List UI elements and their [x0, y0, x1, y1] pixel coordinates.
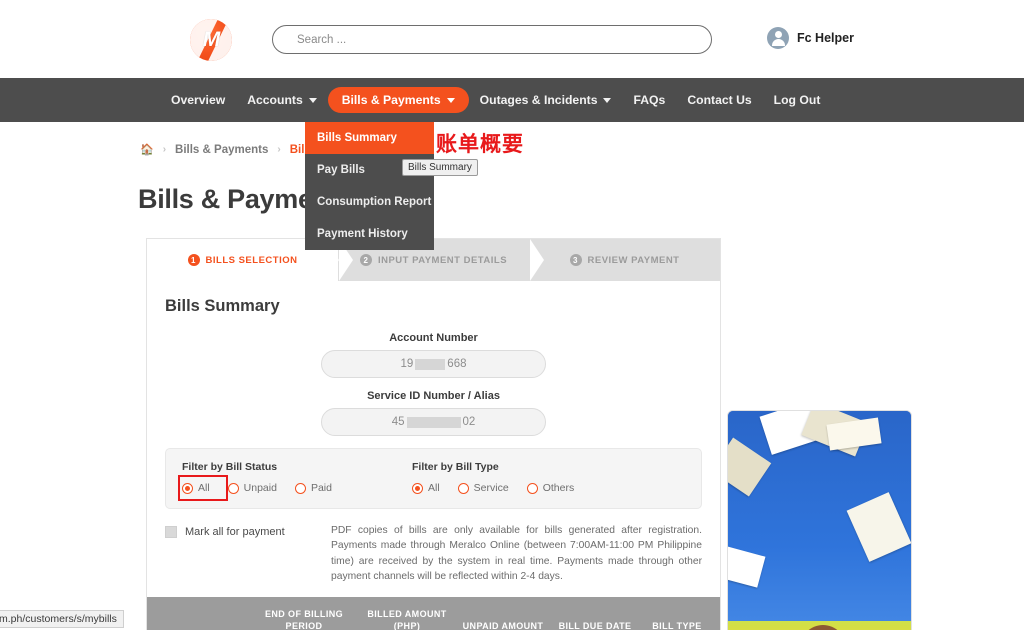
filter-by-bill-status: Filter by Bill Status All Unpaid Paid: [182, 461, 412, 494]
meralco-logo[interactable]: M: [190, 19, 232, 61]
dropdown-label: Pay Bills: [317, 164, 365, 176]
paperless-billing-ad[interactable]: Help save the environment with Paperless…: [727, 410, 912, 635]
nav-label: Bills & Payments: [341, 93, 441, 107]
nav-item-accounts[interactable]: Accounts: [236, 87, 328, 113]
search-input[interactable]: Search ...: [272, 25, 712, 54]
filter-by-bill-type: Filter by Bill Type All Service Others: [412, 461, 574, 494]
dropdown-label: Payment History: [317, 228, 408, 240]
radio-label: All: [428, 482, 440, 494]
nav-label: FAQs: [633, 93, 666, 107]
radio-type-service[interactable]: Service: [457, 482, 509, 494]
nav-label: Log Out: [773, 93, 821, 107]
nav-item-log-out[interactable]: Log Out: [763, 87, 832, 113]
step-number: 1: [187, 254, 200, 266]
breadcrumb-separator: ›: [277, 144, 281, 155]
nav-label: Outages & Incidents: [479, 93, 598, 107]
search-placeholder: Search ...: [297, 33, 347, 46]
radio-label: All: [198, 482, 210, 494]
chinese-annotation: 账单概要: [436, 132, 524, 156]
radio-label: Service: [473, 482, 509, 494]
radio-dot: [294, 482, 306, 494]
bills-summary-card: 1 BILLS SELECTION 2 INPUT PAYMENT DETAIL…: [146, 238, 721, 635]
account-number-prefix: 19: [400, 358, 414, 370]
nav-item-faqs[interactable]: FAQs: [622, 87, 676, 113]
browser-status-bar: m.ph/customers/s/mybills: [0, 610, 124, 628]
breadcrumb-separator: ›: [162, 144, 167, 155]
page-root: M Search ... Fc Helper Overview Accounts…: [0, 0, 1024, 635]
user-name: Fc Helper: [797, 31, 854, 45]
filter-status-heading: Filter by Bill Status: [182, 461, 278, 473]
page-content: 🏠 › Bills & Payments › Bills Bills & Pay…: [0, 122, 1024, 635]
mark-all-for-payment[interactable]: Mark all for payment: [165, 523, 317, 538]
service-id-label: Service ID Number / Alias: [367, 390, 500, 402]
radio-label: Others: [542, 482, 575, 494]
account-number-suffix: 668: [447, 358, 467, 370]
card-title: Bills Summary: [165, 297, 280, 315]
user-menu[interactable]: Fc Helper: [767, 27, 854, 49]
filter-panel: Filter by Bill Status All Unpaid Paid Fi…: [165, 448, 702, 509]
chevron-down-icon: [446, 97, 455, 103]
mark-all-label: Mark all for payment: [185, 526, 285, 538]
dropdown-item-bills-summary[interactable]: Bills Summary: [305, 122, 434, 154]
disclaimer-text: PDF copies of bills are only available f…: [331, 525, 702, 583]
step-label: REVIEW PAYMENT: [587, 254, 680, 266]
logo-icon: M: [190, 19, 232, 61]
service-id-field[interactable]: 45 02: [321, 408, 546, 436]
main-navigation: Overview Accounts Bills & Payments Outag…: [0, 78, 1024, 122]
account-number-field[interactable]: 19 668: [321, 350, 546, 378]
radio-status-paid[interactable]: Paid: [294, 482, 332, 494]
note-row: Mark all for payment PDF copies of bills…: [147, 509, 720, 597]
nav-item-outages-incidents[interactable]: Outages & Incidents: [469, 87, 623, 113]
radio-type-all[interactable]: All: [412, 482, 440, 494]
nav-label: Accounts: [247, 93, 303, 107]
ad-image: [728, 411, 911, 635]
dropdown-label: Consumption Report: [317, 196, 432, 208]
site-header: M Search ... Fc Helper: [0, 0, 1024, 78]
nav-item-bills-payments[interactable]: Bills & Payments: [327, 87, 469, 113]
step-label: BILLS SELECTION: [205, 254, 298, 266]
dropdown-item-payment-history[interactable]: Payment History: [305, 218, 434, 250]
avatar-icon: [767, 27, 789, 49]
nav-label: Contact Us: [687, 93, 752, 107]
redacted-block: [406, 416, 461, 428]
account-fields: Account Number 19 668 Service ID Number …: [147, 332, 720, 436]
filter-type-heading: Filter by Bill Type: [412, 461, 499, 473]
breadcrumb: 🏠 › Bills & Payments › Bills: [140, 143, 314, 157]
home-icon[interactable]: 🏠: [140, 143, 154, 156]
service-id-prefix: 45: [391, 416, 405, 428]
bills-payments-dropdown: Bills Summary Pay Bills Consumption Repo…: [305, 122, 434, 250]
table-header-billed-amount: BILLED AMOUNT (PHP): [367, 609, 447, 631]
radio-label: Unpaid: [243, 482, 277, 494]
step-number: 3: [569, 254, 582, 266]
dropdown-label: Bills Summary: [317, 132, 397, 144]
account-number-label: Account Number: [389, 332, 478, 344]
dropdown-item-consumption-report[interactable]: Consumption Report: [305, 186, 434, 218]
radio-dot: [227, 482, 239, 494]
radio-dot: [182, 482, 193, 494]
redacted-block: [415, 358, 446, 370]
page-bottom-strip: [0, 630, 1024, 635]
nav-item-contact-us[interactable]: Contact Us: [676, 87, 762, 113]
radio-label: Paid: [310, 482, 332, 494]
step-label: INPUT PAYMENT DETAILS: [377, 254, 508, 266]
radio-type-others[interactable]: Others: [526, 482, 575, 494]
step-number: 2: [359, 254, 372, 266]
browser-tooltip: Bills Summary: [402, 159, 478, 176]
table-header-end-of-billing-period: END OF BILLING PERIOD: [264, 609, 344, 631]
radio-dot: [526, 482, 538, 494]
breadcrumb-item-bills-payments[interactable]: Bills & Payments: [175, 144, 268, 156]
nav-label: Overview: [171, 93, 226, 107]
service-id-suffix: 02: [462, 416, 476, 428]
radio-dot: [457, 482, 469, 494]
step-review-payment[interactable]: 3 REVIEW PAYMENT: [529, 239, 720, 281]
chevron-down-icon: [308, 97, 317, 103]
radio-status-all[interactable]: All: [182, 482, 210, 494]
logo-letter: M: [202, 28, 220, 51]
checkbox-icon[interactable]: [165, 526, 177, 538]
chevron-down-icon: [603, 97, 612, 103]
nav-item-overview[interactable]: Overview: [160, 87, 236, 113]
radio-dot: [412, 482, 423, 494]
radio-status-unpaid[interactable]: Unpaid: [227, 482, 277, 494]
